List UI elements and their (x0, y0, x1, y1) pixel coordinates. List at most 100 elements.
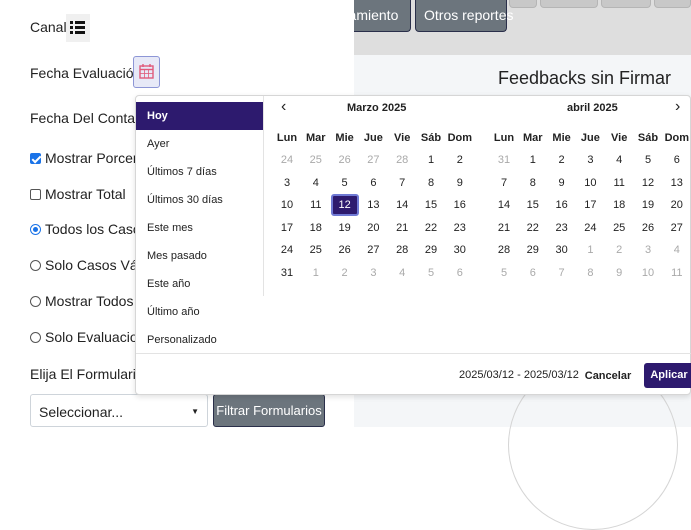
calendar-day[interactable]: 29 (519, 239, 547, 261)
calendar-day[interactable]: 24 (576, 217, 604, 239)
tab-stub[interactable] (601, 0, 651, 8)
calendar-day[interactable]: 5 (417, 262, 445, 284)
calendar-day[interactable]: 27 (663, 217, 691, 239)
calendar-day[interactable]: 25 (605, 217, 633, 239)
calendar-day[interactable]: 25 (302, 239, 330, 261)
calendar-day[interactable]: 10 (576, 172, 604, 194)
valid-cases-option[interactable]: Solo Casos Váli (30, 257, 144, 273)
calendar-day[interactable]: 4 (605, 149, 633, 171)
calendar-day[interactable]: 27 (359, 149, 387, 171)
range-item[interactable]: Hoy (136, 102, 263, 130)
calendar-day[interactable]: 10 (273, 194, 301, 216)
calendar-day[interactable]: 6 (519, 262, 547, 284)
calendar-day[interactable]: 17 (273, 217, 301, 239)
only-evals-option[interactable]: Solo Evaluacior (30, 329, 142, 345)
calendar-day[interactable]: 25 (302, 149, 330, 171)
show-percent-option[interactable]: Mostrar Porcen (30, 150, 141, 166)
calendar-day[interactable]: 30 (446, 239, 474, 261)
filter-forms-button[interactable]: Filtrar Formularios (213, 394, 325, 427)
calendar-day[interactable]: 28 (490, 239, 518, 261)
calendar-day[interactable]: 2 (446, 149, 474, 171)
calendar-day[interactable]: 2 (331, 262, 359, 284)
calendar-day[interactable]: 2 (605, 239, 633, 261)
tab-stub[interactable] (654, 0, 691, 8)
calendar-day[interactable]: 16 (446, 194, 474, 216)
calendar-day[interactable]: 3 (359, 262, 387, 284)
valid-cases-radio[interactable] (30, 259, 41, 271)
calendar-day[interactable]: 26 (331, 239, 359, 261)
range-item[interactable]: Últimos 7 días (136, 158, 263, 186)
calendar-day[interactable]: 24 (273, 239, 301, 261)
all-cases-radio[interactable] (30, 223, 41, 235)
calendar-day[interactable]: 22 (519, 217, 547, 239)
calendar-day[interactable]: 27 (359, 239, 387, 261)
form-select[interactable]: Seleccionar... ▼ (30, 394, 208, 427)
calendar-day[interactable]: 28 (388, 239, 416, 261)
tab-stub[interactable] (509, 0, 537, 8)
calendar-day[interactable]: 7 (490, 172, 518, 194)
calendar-day[interactable]: 18 (605, 194, 633, 216)
show-total-checkbox[interactable] (30, 188, 41, 200)
range-item[interactable]: Últimos 30 días (136, 186, 263, 214)
prev-month-icon[interactable]: ‹ (281, 98, 286, 116)
calendar-day[interactable]: 8 (576, 262, 604, 284)
calendar-day[interactable]: 23 (548, 217, 576, 239)
cancel-button[interactable]: Cancelar (582, 364, 634, 388)
calendar-day[interactable]: 9 (446, 172, 474, 194)
calendar-day[interactable]: 6 (359, 172, 387, 194)
calendar-day[interactable]: 21 (490, 217, 518, 239)
tab-otros-reportes[interactable]: Otros reportes (415, 0, 513, 32)
calendar-day[interactable]: 12 (634, 172, 662, 194)
calendar-day[interactable]: 4 (663, 239, 691, 261)
range-item[interactable]: Este año (136, 270, 263, 298)
calendar-day[interactable]: 1 (302, 262, 330, 284)
calendar-day[interactable]: 23 (446, 217, 474, 239)
show-total-option[interactable]: Mostrar Total (30, 186, 126, 202)
calendar-day[interactable]: 24 (273, 149, 301, 171)
calendar-day[interactable]: 19 (634, 194, 662, 216)
calendar-day[interactable]: 4 (388, 262, 416, 284)
calendar-day[interactable]: 11 (663, 262, 691, 284)
calendar-day[interactable]: 5 (490, 262, 518, 284)
calendar-day[interactable]: 18 (302, 217, 330, 239)
calendar-day[interactable]: 8 (417, 172, 445, 194)
calendar-day[interactable]: 20 (663, 194, 691, 216)
calendar-day[interactable]: 30 (548, 239, 576, 261)
range-item[interactable]: Este mes (136, 214, 263, 242)
calendar-day[interactable]: 15 (519, 194, 547, 216)
show-percent-checkbox[interactable] (30, 152, 41, 164)
calendar-day[interactable]: 13 (663, 172, 691, 194)
calendar-day[interactable]: 7 (548, 262, 576, 284)
calendar-day[interactable]: 26 (331, 149, 359, 171)
calendar-day[interactable]: 17 (576, 194, 604, 216)
calendar-day[interactable]: 19 (331, 217, 359, 239)
show-all-radio[interactable] (30, 295, 41, 307)
calendar-button[interactable] (133, 56, 160, 88)
calendar-day[interactable]: 20 (359, 217, 387, 239)
range-item[interactable]: Personalizado (136, 326, 263, 354)
range-item[interactable]: Ayer (136, 130, 263, 158)
range-item[interactable]: Último año (136, 298, 263, 326)
calendar-day[interactable]: 29 (417, 239, 445, 261)
tab-stub[interactable] (540, 0, 598, 8)
calendar-day[interactable]: 1 (576, 239, 604, 261)
calendar-day[interactable]: 10 (634, 262, 662, 284)
calendar-day[interactable]: 3 (634, 239, 662, 261)
list-icon[interactable] (66, 14, 90, 42)
only-evals-radio[interactable] (30, 331, 41, 343)
calendar-day[interactable]: 5 (634, 149, 662, 171)
all-cases-option[interactable]: Todos los Casos (30, 221, 148, 237)
calendar-day[interactable]: 26 (634, 217, 662, 239)
calendar-day[interactable]: 7 (388, 172, 416, 194)
calendar-day[interactable]: 6 (663, 149, 691, 171)
calendar-day[interactable]: 9 (605, 262, 633, 284)
calendar-day[interactable]: 3 (576, 149, 604, 171)
calendar-day[interactable]: 14 (490, 194, 518, 216)
calendar-day[interactable]: 5 (331, 172, 359, 194)
calendar-day[interactable]: 13 (359, 194, 387, 216)
calendar-day[interactable]: 1 (519, 149, 547, 171)
calendar-day[interactable]: 31 (490, 149, 518, 171)
calendar-day[interactable]: 21 (388, 217, 416, 239)
apply-button[interactable]: Aplicar (644, 363, 691, 388)
range-item[interactable]: Mes pasado (136, 242, 263, 270)
